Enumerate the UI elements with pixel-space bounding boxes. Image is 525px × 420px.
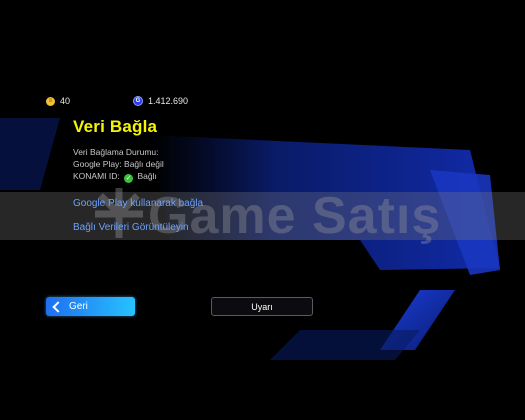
back-button-label: Geri <box>69 301 88 312</box>
status-heading: Veri Bağlama Durumu: <box>73 147 159 157</box>
back-button[interactable]: Geri <box>46 297 135 316</box>
gp-balance: G 1.412.690 <box>133 96 188 106</box>
konami-label: KONAMI ID: <box>73 171 120 181</box>
check-icon: ✓ <box>124 173 134 183</box>
chevron-left-icon <box>52 300 64 313</box>
warning-button[interactable]: Uyarı <box>211 297 313 316</box>
gp-icon: G <box>133 96 143 106</box>
coin-count: 40 <box>60 96 71 106</box>
gp-count: 1.412.690 <box>148 96 189 106</box>
google-play-link[interactable]: Google Play kullanarak bağla <box>73 198 203 209</box>
konami-status: Bağlı <box>137 171 157 181</box>
warning-button-label: Uyarı <box>251 301 273 312</box>
page-title: Veri Bağla <box>73 117 158 136</box>
view-linked-data-link[interactable]: Bağlı Verileri Görüntüleyin <box>73 222 189 233</box>
coin-icon: ≡ <box>46 96 55 106</box>
coin-balance: ≡ 40 <box>46 96 70 106</box>
google-play-status: Google Play: Bağlı değil <box>73 159 164 169</box>
watermark-text: Game Satış <box>148 187 442 245</box>
konami-status-row: KONAMI ID: ✓ Bağlı <box>73 171 157 183</box>
